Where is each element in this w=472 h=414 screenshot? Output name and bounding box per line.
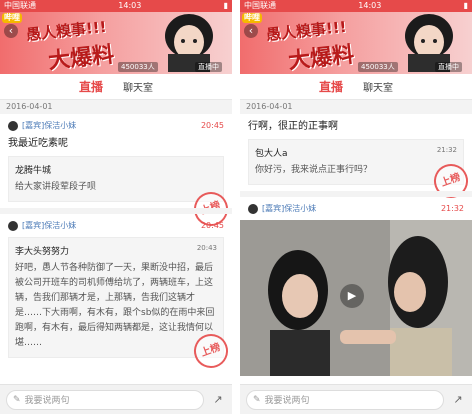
- avatar[interactable]: [8, 120, 18, 131]
- live-status-badge: 直播中: [435, 62, 462, 72]
- banner-title-line2: 大爆料: [47, 42, 116, 74]
- post-text: 我最近吃素呢: [8, 138, 68, 149]
- quote-author: 包大人a: [255, 149, 288, 159]
- comment-placeholder: 我要说两句: [24, 396, 70, 406]
- quoted-message: 龙腾牛城 给大家讲段荤段子呗: [8, 156, 224, 202]
- tab-bar: 直播 聊天室: [0, 74, 232, 100]
- quote-text: 你好污，我来说点正事行吗？: [255, 165, 373, 175]
- post-header: [嘉宾]保洁小妹: [248, 203, 464, 214]
- quote-text: 给大家讲段荤段子呗: [15, 182, 97, 192]
- video-thumbnail[interactable]: ▶: [240, 220, 472, 376]
- comment-input[interactable]: ✎ 我要说两句: [246, 389, 444, 410]
- quote-time: 20:43: [196, 244, 217, 252]
- message-post: [嘉宾]保洁小妹 20:45 我最近吃素呢 龙腾牛城 给大家讲段荤段子呗 上榜: [0, 114, 232, 231]
- back-button[interactable]: ‹: [4, 24, 18, 38]
- post-author[interactable]: [嘉宾]保洁小妹: [22, 120, 76, 131]
- quote-time: 21:32: [436, 146, 457, 154]
- tab-chatroom[interactable]: 聊天室: [363, 79, 393, 94]
- avatar[interactable]: [248, 203, 258, 214]
- status-bar: 中国联通 14:03 ▮: [0, 0, 232, 12]
- battery-icon: ▮: [463, 1, 468, 10]
- tab-chatroom[interactable]: 聊天室: [123, 79, 153, 94]
- post-time: 21:32: [440, 204, 464, 213]
- app-logo: 哔哩: [2, 13, 22, 23]
- comment-input[interactable]: ✎ 我要说两句: [6, 389, 204, 410]
- left-phone-screen: 中国联通 14:03 ▮ 哔哩 ‹ 愚人糗事!!! 大爆料 450033人 直播…: [0, 0, 232, 414]
- pencil-icon: ✎: [253, 394, 261, 405]
- tab-live[interactable]: 直播: [319, 78, 343, 95]
- quoted-message: 李大头努努力 20:43 好吧，愚人节各种防御了一天，果断没中招，最后被公司开班…: [8, 237, 224, 358]
- quoted-message: 包大人a 21:32 你好污，我来说点正事行吗？: [248, 139, 464, 185]
- live-status-badge: 直播中: [195, 62, 222, 72]
- clock: 14:03: [118, 1, 142, 10]
- date-divider: 2016-04-01: [246, 102, 293, 111]
- message-post: 行啊，很正的正事啊 包大人a 21:32 你好污，我来说点正事行吗？ 上榜: [240, 114, 472, 203]
- comment-placeholder: 我要说两句: [264, 396, 310, 406]
- message-feed[interactable]: [嘉宾]保洁小妹 20:45 我最近吃素呢 龙腾牛城 给大家讲段荤段子呗 上榜 …: [0, 114, 232, 390]
- post-time: 20:45: [200, 121, 224, 130]
- back-button[interactable]: ‹: [244, 24, 258, 38]
- comment-bar: ✎ 我要说两句 ↗: [240, 384, 472, 414]
- comment-bar: ✎ 我要说两句 ↗: [0, 384, 232, 414]
- status-bar: 中国联通 14:03 ▮: [240, 0, 472, 12]
- live-banner: 哔哩 ‹ 愚人糗事!!! 大爆料 450033人 直播中: [240, 12, 472, 74]
- avatar[interactable]: [8, 220, 18, 231]
- play-icon[interactable]: ▶: [340, 284, 364, 308]
- quote-author: 李大头努努力: [15, 247, 70, 257]
- tab-live[interactable]: 直播: [79, 78, 103, 95]
- message-post: [嘉宾]保洁小妹 20:45 李大头努努力 20:43 好吧，愚人节各种防御了一…: [0, 208, 232, 373]
- battery-icon: ▮: [223, 1, 228, 10]
- post-time: 20:45: [200, 221, 224, 230]
- share-icon[interactable]: ↗: [210, 392, 226, 408]
- pencil-icon: ✎: [13, 394, 21, 405]
- screenshot-pair: 中国联通 14:03 ▮ 哔哩 ‹ 愚人糗事!!! 大爆料 450033人 直播…: [0, 0, 472, 414]
- clock: 14:03: [358, 1, 382, 10]
- carrier-label: 中国联通: [244, 1, 276, 10]
- post-text: 行啊，很正的正事啊: [248, 121, 338, 132]
- quote-text: 好吧，愚人节各种防御了一天，果断没中招，最后被公司开班车的司机师傅给坑了，两辆班…: [15, 263, 215, 348]
- post-header: [嘉宾]保洁小妹: [8, 220, 224, 231]
- carrier-label: 中国联通: [4, 1, 36, 10]
- tab-bar: 直播 聊天室: [240, 74, 472, 100]
- quote-author: 龙腾牛城: [15, 166, 52, 176]
- date-divider: 2016-04-01: [6, 102, 53, 111]
- viewer-count: 450033人: [358, 62, 398, 72]
- post-author[interactable]: [嘉宾]保洁小妹: [22, 220, 76, 231]
- post-header: [嘉宾]保洁小妹: [8, 120, 224, 131]
- app-logo: 哔哩: [242, 13, 262, 23]
- share-icon[interactable]: ↗: [450, 392, 466, 408]
- viewer-count: 450033人: [118, 62, 158, 72]
- post-author[interactable]: [嘉宾]保洁小妹: [262, 203, 316, 214]
- live-banner: 哔哩 ‹ 愚人糗事!!! 大爆料 450033人 直播中: [0, 12, 232, 74]
- right-phone-screen: 中国联通 14:03 ▮ 哔哩 ‹ 愚人糗事!!! 大爆料 450033人 直播…: [240, 0, 472, 414]
- banner-title-line2: 大爆料: [287, 42, 356, 74]
- message-post: [嘉宾]保洁小妹 21:32: [240, 191, 472, 220]
